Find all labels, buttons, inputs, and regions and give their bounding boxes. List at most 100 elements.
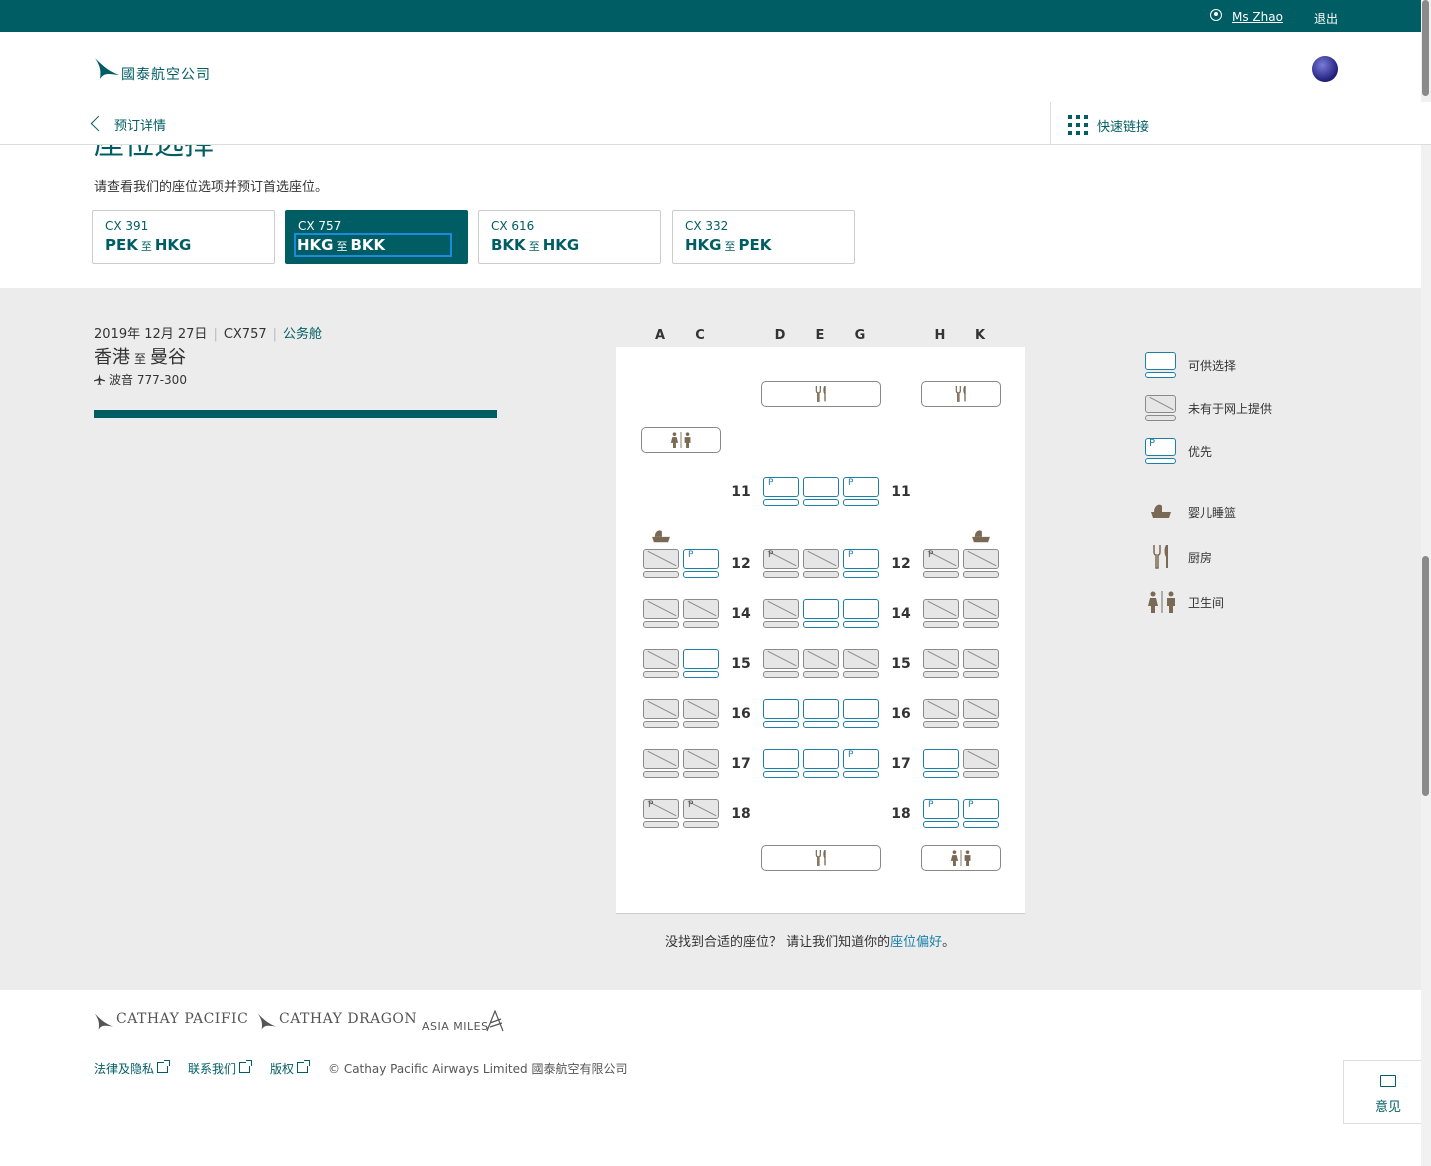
seat-12g[interactable]: P: [843, 549, 879, 578]
legend-available-seat-icon: [1145, 352, 1177, 378]
note-suffix: 。: [942, 935, 956, 950]
copyright-link[interactable]: 版权: [270, 1060, 311, 1077]
galley-facility-icon: [761, 381, 881, 407]
external-link-icon: [157, 1060, 171, 1073]
quick-links-button[interactable]: 快速链接: [1097, 116, 1149, 135]
progress-bar: [94, 410, 497, 418]
row-number-17: 17: [731, 756, 751, 772]
flight-tab-cx757[interactable]: CX 757 HKG 至 BKK: [285, 210, 468, 264]
column-header-e: E: [815, 328, 825, 343]
contact-us-link[interactable]: 联系我们: [188, 1060, 253, 1077]
scrollbar-thumb-top[interactable]: [1422, 0, 1429, 96]
galley-icon: [1153, 545, 1168, 569]
lavatory-icon: [1148, 591, 1175, 613]
copyright-text: © Cathay Pacific Airways Limited 國泰航空有限公…: [328, 1062, 628, 1076]
seat-12h: P: [923, 549, 959, 578]
row-number-18: 18: [891, 806, 911, 822]
column-header-d: D: [774, 328, 786, 343]
site-header: [0, 32, 1431, 103]
seat-14k: [963, 599, 999, 628]
row-number-11: 11: [731, 484, 751, 500]
seat-14d: [763, 599, 799, 628]
flight-route: 香港至曼谷: [94, 343, 186, 369]
scrollbar-thumb[interactable]: [1422, 556, 1429, 796]
back-to-booking-link[interactable]: 预订详情: [114, 115, 166, 134]
flight-tab-route: PEK 至 HKG: [105, 236, 192, 254]
seat-16e[interactable]: [803, 699, 839, 728]
seat-14e[interactable]: [803, 599, 839, 628]
plane-icon: [94, 374, 105, 385]
galley-facility-icon: [761, 845, 881, 871]
feedback-button[interactable]: 意见: [1343, 1060, 1431, 1124]
seat-16a: [643, 699, 679, 728]
seat-17e[interactable]: [803, 749, 839, 778]
seat-16g[interactable]: [843, 699, 879, 728]
seat-14c: [683, 599, 719, 628]
user-name-link[interactable]: Ms Zhao: [1232, 10, 1283, 24]
legal-privacy-link[interactable]: 法律及隐私: [94, 1060, 171, 1077]
legend-unavailable-label: 未有于网上提供: [1188, 402, 1273, 416]
legend-priority-label: 优先: [1188, 445, 1213, 459]
page-subtitle: 请查看我们的座位选项并预订首选座位。: [94, 180, 329, 195]
seat-11d[interactable]: P: [763, 477, 799, 506]
seat-17d[interactable]: [763, 749, 799, 778]
legend-available-label: 可供选择: [1188, 359, 1237, 373]
seat-12c[interactable]: P: [683, 549, 719, 578]
seat-17h[interactable]: [923, 749, 959, 778]
seat-16h: [923, 699, 959, 728]
seat-18a: P: [643, 799, 679, 828]
flight-tab-number: CX 616: [491, 219, 535, 233]
legend-priority-seat-icon: P: [1145, 438, 1177, 464]
bassinet-icon: [972, 530, 990, 543]
external-link-icon: [239, 1060, 253, 1073]
feedback-icon: [1380, 1075, 1396, 1087]
grid-icon[interactable]: [1068, 115, 1088, 135]
seat-15a: [643, 649, 679, 678]
to-word: 至: [134, 352, 147, 366]
flight-tab-cx616[interactable]: CX 616 BKK 至 HKG: [478, 210, 661, 264]
seat-18k[interactable]: P: [963, 799, 999, 828]
cathay-logo-icon[interactable]: [94, 57, 120, 81]
seat-preference-note: 没找到合适的座位？ 请让我们知道你的座位偏好。: [665, 931, 955, 950]
external-link-icon: [297, 1060, 311, 1073]
seat-15k: [963, 649, 999, 678]
seat-17k: [963, 749, 999, 778]
seat-12d: P: [763, 549, 799, 578]
flight-date-line: 2019年 12月 27日 | CX757 | 公务舱: [94, 327, 323, 342]
seat-16d[interactable]: [763, 699, 799, 728]
seat-17g[interactable]: P: [843, 749, 879, 778]
flight-tab-route: HKG 至 PEK: [685, 236, 772, 254]
row-number-14: 14: [891, 606, 911, 622]
seat-18h[interactable]: P: [923, 799, 959, 828]
seat-12a: [643, 549, 679, 578]
brand-asia-miles: ASIA MILES: [422, 1020, 489, 1033]
row-number-16: 16: [891, 706, 911, 722]
sub-navigation: 预订详情 快速链接: [0, 102, 1431, 145]
legend-bassinet-label: 婴儿睡篮: [1188, 506, 1237, 520]
seat-map: 11 11 P P 12 12 P P P P 14 14 15 15 16 16 17 17 P 18 18 P P P P: [616, 347, 1025, 914]
row-number-18: 18: [731, 806, 751, 822]
row-number-15: 15: [731, 656, 751, 672]
legend-unavailable-seat-icon: [1145, 395, 1177, 421]
logout-link[interactable]: 退出: [1314, 10, 1338, 27]
seat-16k: [963, 699, 999, 728]
row-number-14: 14: [731, 606, 751, 622]
lavatory-facility-icon: [921, 845, 1001, 871]
seat-11g[interactable]: P: [843, 477, 879, 506]
column-header-a: A: [654, 328, 666, 343]
flight-tab-cx391[interactable]: CX 391 PEK 至 HKG: [92, 210, 275, 264]
logo-text[interactable]: 國泰航空公司: [121, 64, 211, 84]
chevron-left-icon[interactable]: [90, 115, 107, 132]
seat-preference-link[interactable]: 座位偏好: [890, 935, 942, 950]
bassinet-icon: [652, 530, 670, 543]
flight-tab-cx332[interactable]: CX 332 HKG 至 PEK: [672, 210, 855, 264]
asia-miles-logo-icon: [486, 1010, 504, 1032]
seat-11e[interactable]: [803, 477, 839, 506]
seat-14g[interactable]: [843, 599, 879, 628]
flight-tab-number: CX 757: [298, 219, 342, 233]
row-number-12: 12: [891, 556, 911, 572]
seat-18c: P: [683, 799, 719, 828]
brand-cathay-pacific: CATHAY PACIFIC: [116, 1011, 249, 1027]
seat-15c[interactable]: [683, 649, 719, 678]
flight-tab-number: CX 391: [105, 219, 149, 233]
